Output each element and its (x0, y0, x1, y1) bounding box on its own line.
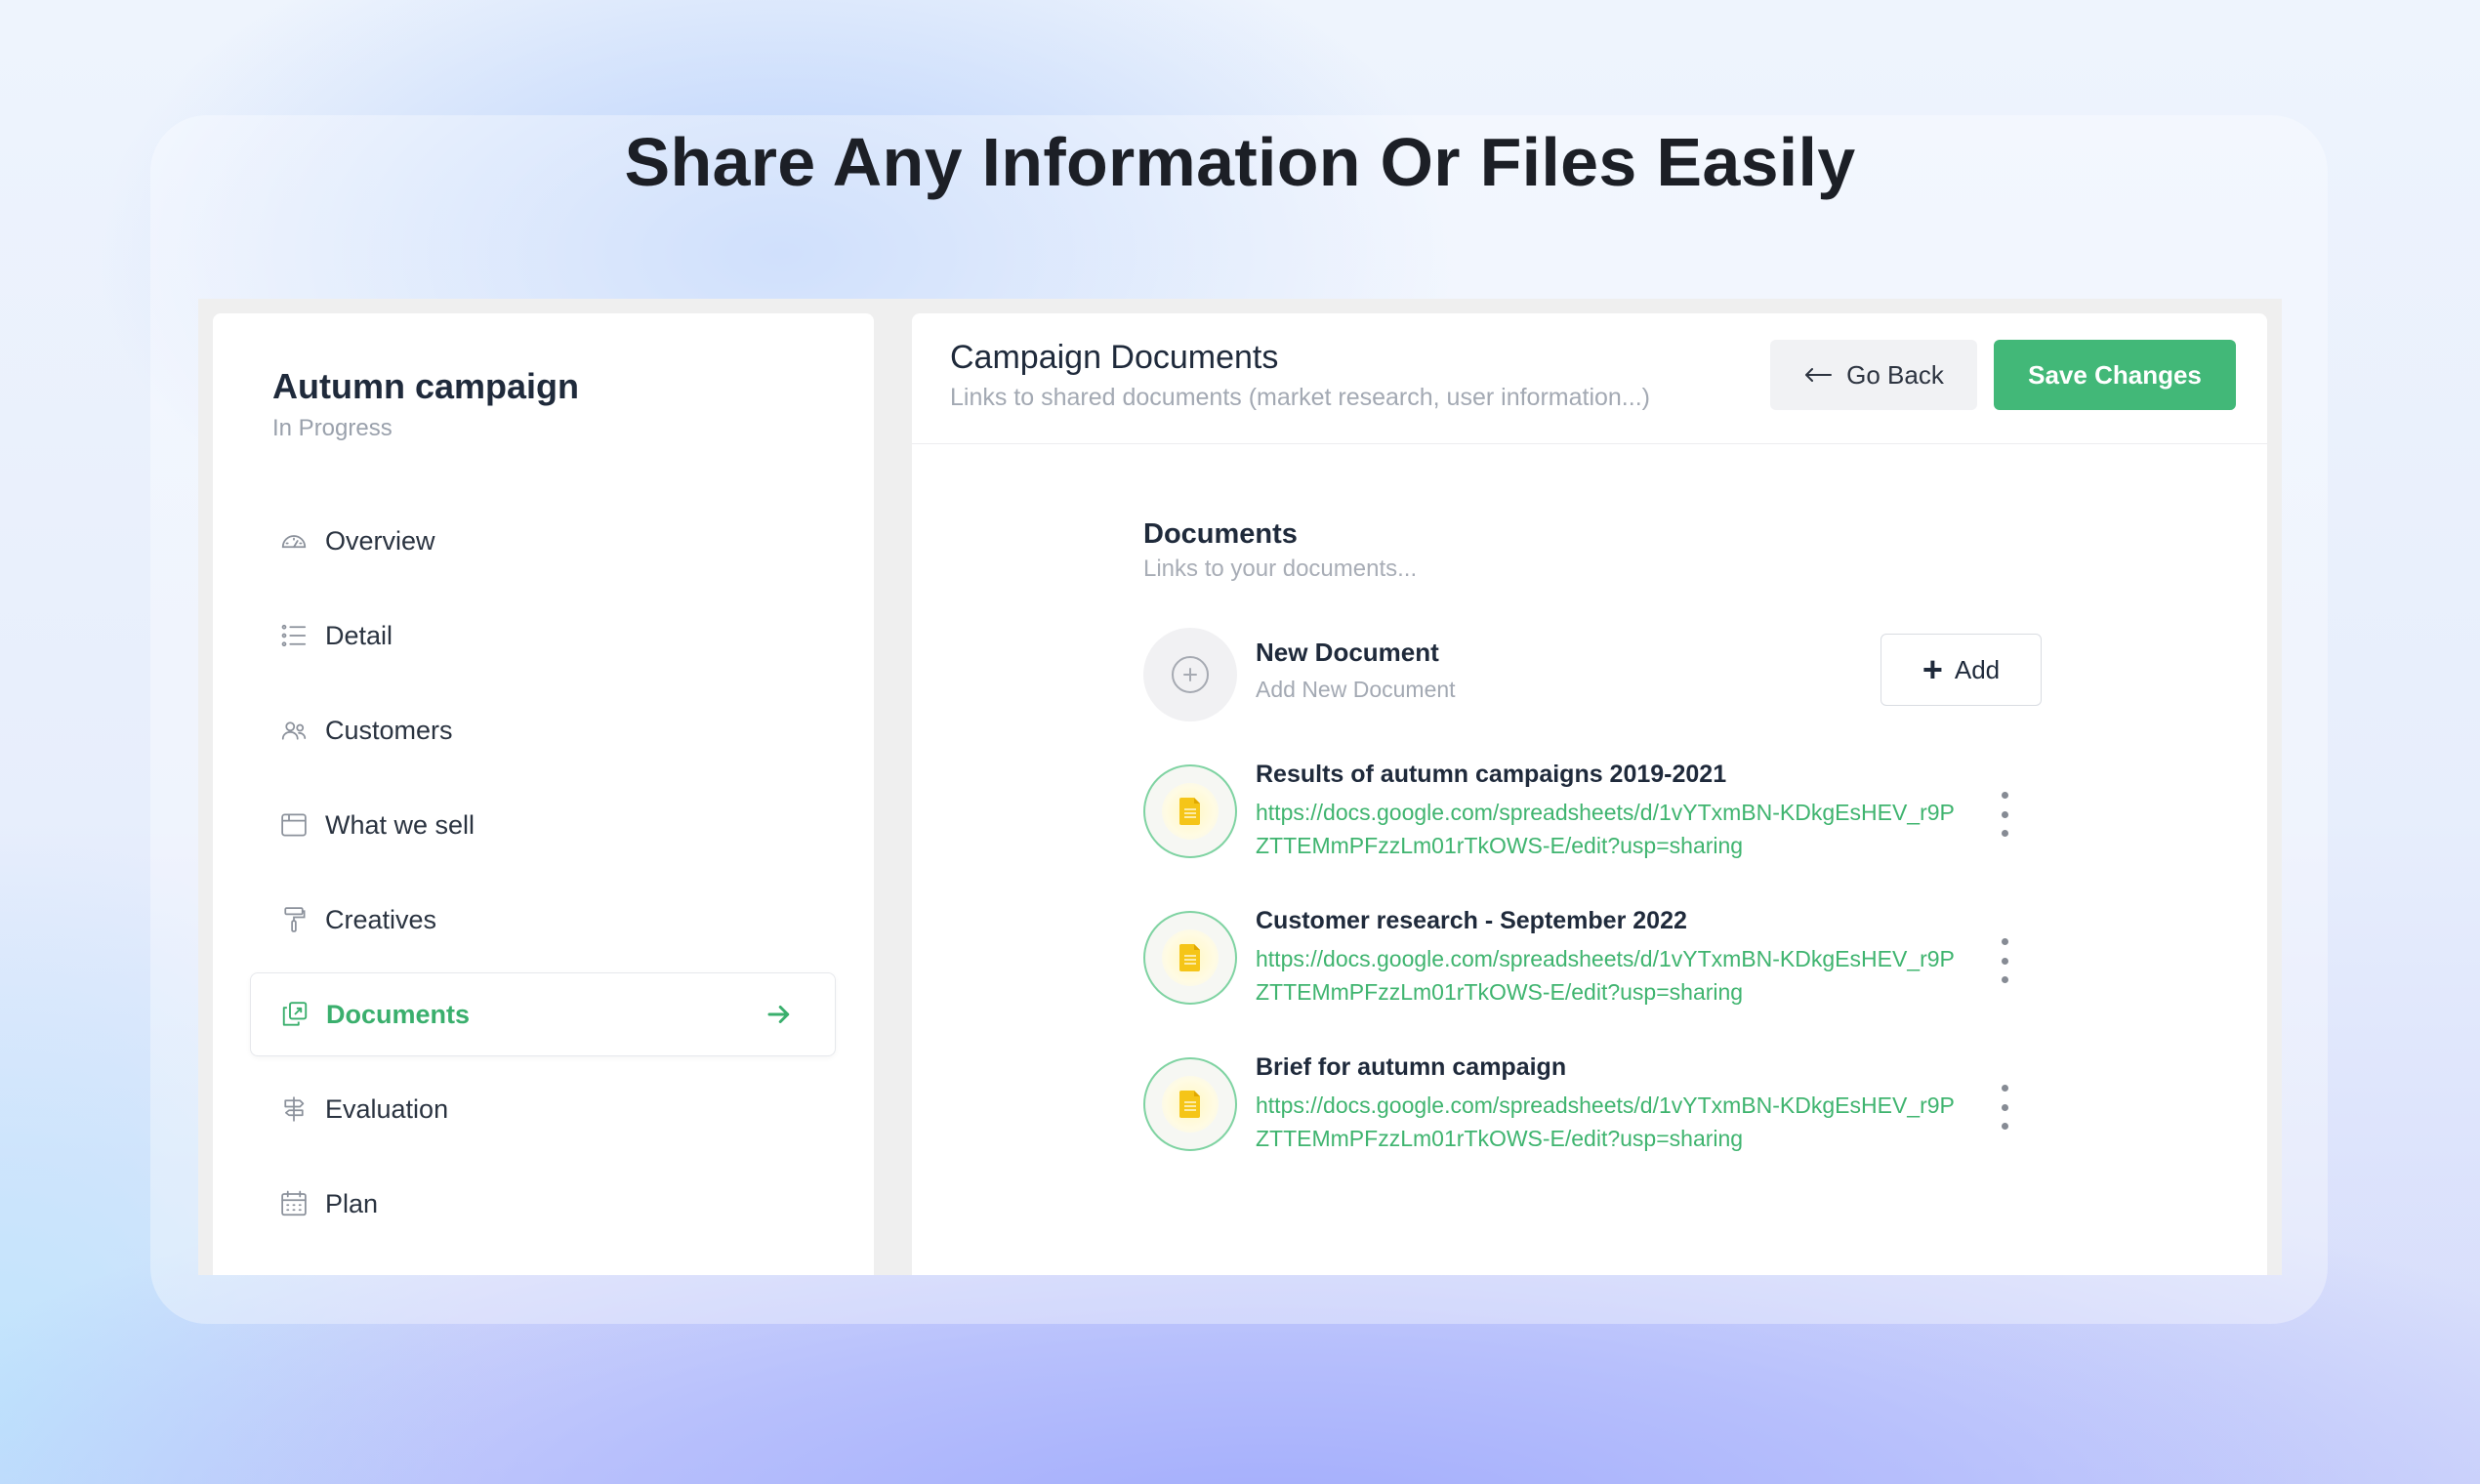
calendar-icon (278, 1188, 310, 1219)
document-name: Customer research - September 2022 (1256, 907, 1687, 934)
arrow-left-icon (1803, 366, 1833, 384)
document-link[interactable]: https://docs.google.com/spreadsheets/d/1… (1256, 1089, 1959, 1155)
document-name: Brief for autumn campaign (1256, 1053, 1567, 1081)
go-back-label: Go Back (1846, 359, 1944, 390)
section-subtitle: Links to your documents... (1143, 556, 1418, 582)
document-row: Customer research - September 2022 https… (1143, 907, 2042, 1018)
sidebar: Autumn campaign In Progress Overview Det… (213, 313, 874, 1275)
sidebar-nav: Overview Detail Customers What we sell C… (250, 499, 836, 1257)
plus-icon: + (1922, 649, 1943, 689)
document-row: Brief for autumn campaign https://docs.g… (1143, 1053, 2042, 1165)
document-name: Results of autumn campaigns 2019-2021 (1256, 761, 1727, 788)
document-file-icon (1143, 1057, 1237, 1151)
sidebar-item-detail[interactable]: Detail (250, 594, 836, 678)
more-options-icon[interactable] (1995, 1085, 2014, 1130)
document-row: Results of autumn campaigns 2019-2021 ht… (1143, 761, 2042, 872)
sidebar-item-overview[interactable]: Overview (250, 499, 836, 583)
sidebar-item-customers[interactable]: Customers (250, 688, 836, 772)
sidebar-item-creatives[interactable]: Creatives (250, 878, 836, 962)
document-file-icon (1143, 911, 1237, 1005)
gauge-icon (278, 525, 310, 556)
users-icon (278, 715, 310, 746)
add-circle-icon (1143, 628, 1237, 721)
new-document-title: New Document (1256, 638, 1439, 667)
sidebar-item-label: Detail (325, 620, 393, 650)
main-header: Campaign Documents Links to shared docum… (912, 313, 2267, 444)
more-options-icon[interactable] (1995, 938, 2014, 983)
sidebar-item-documents[interactable]: Documents (250, 972, 836, 1056)
document-file-icon (1143, 764, 1237, 858)
add-document-button[interactable]: + Add (1881, 634, 2042, 706)
sidebar-item-label: What we sell (325, 809, 475, 840)
list-icon (278, 620, 310, 651)
app-window: Autumn campaign In Progress Overview Det… (198, 299, 2282, 1275)
paint-roller-icon (278, 904, 310, 935)
main-panel: Campaign Documents Links to shared docum… (912, 313, 2267, 1275)
sidebar-item-label: Documents (326, 999, 471, 1029)
sidebar-item-label: Customers (325, 715, 453, 745)
more-options-icon[interactable] (1995, 792, 2014, 837)
project-status: In Progress (272, 415, 393, 441)
document-link[interactable]: https://docs.google.com/spreadsheets/d/1… (1256, 942, 1959, 1009)
sidebar-item-label: Creatives (325, 904, 437, 934)
document-link[interactable]: https://docs.google.com/spreadsheets/d/1… (1256, 796, 1959, 862)
arrow-right-icon (765, 1000, 794, 1034)
save-changes-button[interactable]: Save Changes (1994, 340, 2236, 410)
page-title: Campaign Documents (950, 339, 1279, 376)
sidebar-item-evaluation[interactable]: Evaluation (250, 1067, 836, 1151)
page-subtitle: Links to shared documents (market resear… (950, 384, 1650, 411)
sidebar-item-label: Plan (325, 1188, 379, 1218)
go-back-button[interactable]: Go Back (1770, 340, 1977, 410)
documents-icon (279, 999, 310, 1030)
section-title: Documents (1143, 518, 1298, 550)
project-title: Autumn campaign (272, 366, 580, 406)
add-label: Add (1954, 654, 2001, 684)
sidebar-item-plan[interactable]: Plan (250, 1162, 836, 1246)
signpost-icon (278, 1093, 310, 1125)
new-document-row: New Document Add New Document + Add (1143, 628, 2042, 725)
marketing-headline: Share Any Information Or Files Easily (624, 124, 1856, 200)
sidebar-item-what-we-sell[interactable]: What we sell (250, 783, 836, 867)
sidebar-item-label: Overview (325, 525, 435, 556)
new-document-subtitle: Add New Document (1256, 677, 1456, 702)
sidebar-item-label: Evaluation (325, 1093, 449, 1124)
browser-window-icon (278, 809, 310, 841)
